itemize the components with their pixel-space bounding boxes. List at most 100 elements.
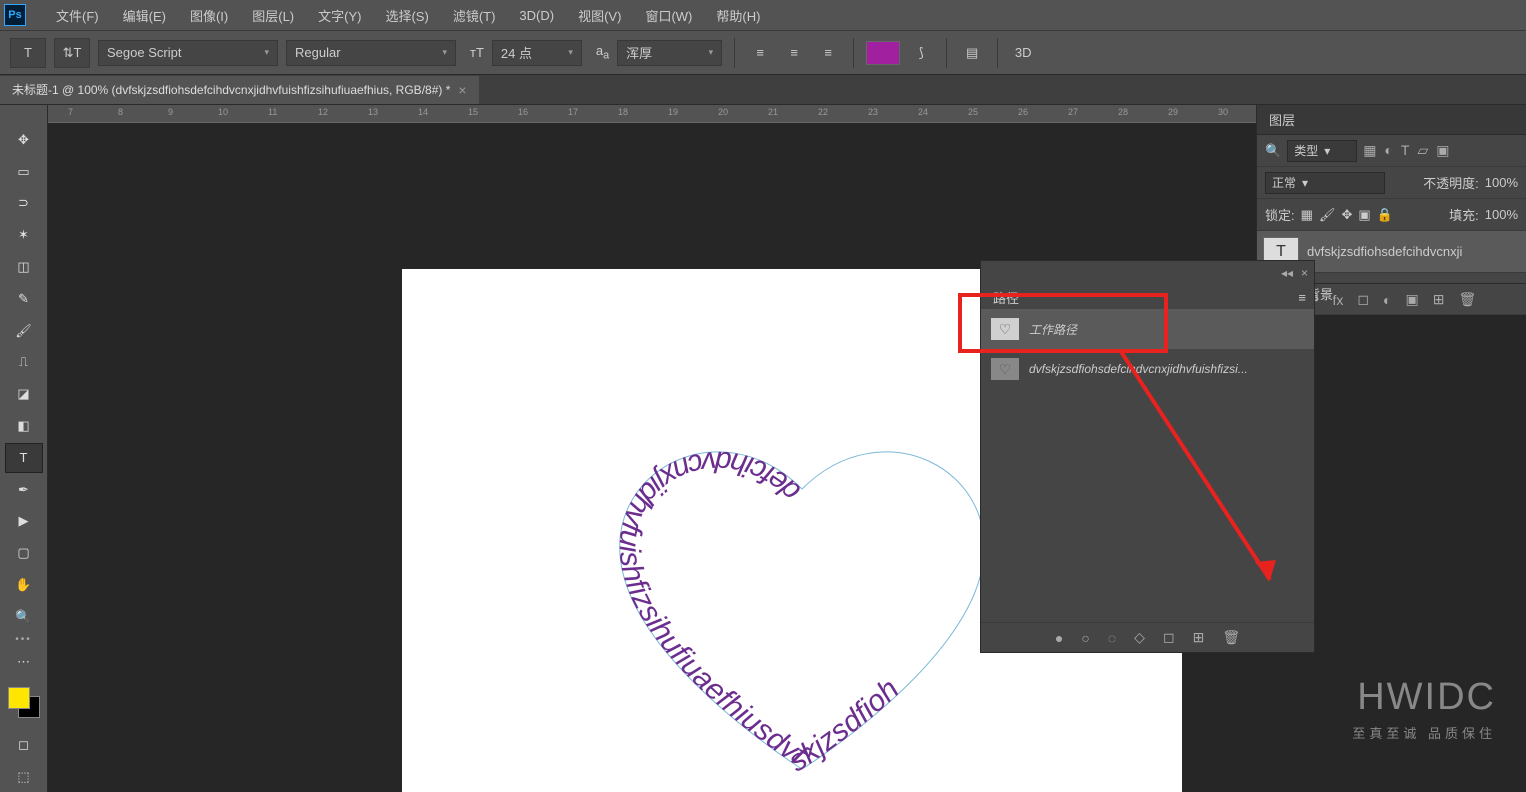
- marquee-tool-icon[interactable]: ▭: [5, 157, 43, 187]
- filter-adjust-icon[interactable]: ◐: [1384, 142, 1392, 159]
- menu-type[interactable]: 文字(Y): [306, 6, 373, 25]
- blend-mode-dropdown[interactable]: 正常▾: [1265, 172, 1385, 194]
- photoshop-logo-icon: Ps: [4, 4, 26, 26]
- menu-view[interactable]: 视图(V): [566, 6, 633, 25]
- menu-select[interactable]: 选择(S): [373, 6, 440, 25]
- menu-file[interactable]: 文件(F): [44, 6, 111, 25]
- selection-to-path-icon[interactable]: ◇: [1134, 629, 1145, 646]
- antialias-value: 浑厚: [626, 43, 652, 62]
- watermark-subtitle: 至真至诚 品质保住: [1352, 723, 1496, 742]
- layer-fx-icon[interactable]: fx: [1333, 292, 1344, 308]
- zoom-tool-icon[interactable]: 🔍: [5, 602, 43, 632]
- new-path-icon[interactable]: ⊞: [1193, 629, 1205, 646]
- layers-panel-tab[interactable]: 图层: [1257, 105, 1526, 135]
- add-mask-icon[interactable]: ◻: [1163, 629, 1175, 646]
- fill-value[interactable]: 100%: [1485, 207, 1518, 222]
- document-tab-bar: 未标题-1 @ 100% (dvfskjzsdfiohsdefcihdvcnxj…: [0, 75, 1526, 105]
- lock-artboard-icon[interactable]: ▣: [1358, 207, 1370, 223]
- menu-layer[interactable]: 图层(L): [240, 6, 306, 25]
- align-left-icon[interactable]: ≡: [747, 40, 773, 66]
- lock-trans-icon[interactable]: ▦: [1301, 207, 1313, 223]
- group-icon[interactable]: ▣: [1405, 291, 1418, 308]
- font-family-value: Segoe Script: [107, 45, 181, 60]
- document-tab-title: 未标题-1 @ 100% (dvfskjzsdfiohsdefcihdvcnxj…: [12, 81, 450, 98]
- eraser-tool-icon[interactable]: ◪: [5, 379, 43, 409]
- move-tool-icon[interactable]: ✥: [5, 125, 43, 155]
- stroke-path-icon[interactable]: ○: [1081, 630, 1089, 646]
- filter-shape-icon[interactable]: ▱: [1417, 142, 1428, 159]
- fill-path-icon[interactable]: ●: [1055, 630, 1063, 646]
- font-size-dropdown[interactable]: 24 点▾: [492, 40, 582, 66]
- align-right-icon[interactable]: ≡: [815, 40, 841, 66]
- character-panel-icon[interactable]: ▤: [959, 40, 985, 66]
- hand-tool-icon[interactable]: ✋: [5, 570, 43, 600]
- menu-window[interactable]: 窗口(W): [633, 6, 704, 25]
- screenmode-tool-icon[interactable]: ⬚: [5, 762, 43, 792]
- font-size-value: 24 点: [501, 43, 532, 62]
- shape-tool-icon[interactable]: ▢: [5, 538, 43, 568]
- lasso-tool-icon[interactable]: ⊃: [5, 189, 43, 219]
- menu-image[interactable]: 图像(I): [178, 6, 240, 25]
- font-weight-value: Regular: [295, 45, 341, 60]
- menu-filter[interactable]: 滤镜(T): [441, 6, 508, 25]
- eyedropper-tool-icon[interactable]: ✎: [5, 284, 43, 314]
- font-weight-dropdown[interactable]: Regular▾: [286, 40, 456, 66]
- path-to-selection-icon[interactable]: ◌: [1108, 630, 1116, 646]
- font-family-dropdown[interactable]: Segoe Script▾: [98, 40, 278, 66]
- options-bar: T ⇅T Segoe Script▾ Regular▾ тT 24 点▾ aa …: [0, 30, 1526, 75]
- menu-3d[interactable]: 3D(D): [507, 8, 566, 23]
- type-tool-preset-icon[interactable]: T: [10, 38, 46, 68]
- toolbox: ✥ ▭ ⊃ ✶ ◫ ✎ 🖌 ⎍ ◪ ◧ T ✒ ▶ ▢ ✋ 🔍 ••• ⋯ ◻ …: [0, 105, 48, 792]
- crop-tool-icon[interactable]: ◫: [5, 252, 43, 282]
- menu-edit[interactable]: 编辑(E): [111, 6, 178, 25]
- document-tab[interactable]: 未标题-1 @ 100% (dvfskjzsdfiohsdefcihdvcnxj…: [0, 76, 479, 104]
- watermark-title: HWIDC: [1352, 676, 1496, 719]
- text-orientation-icon[interactable]: ⇅T: [54, 38, 90, 68]
- lock-pos-icon[interactable]: ✥: [1341, 207, 1352, 223]
- opacity-value[interactable]: 100%: [1485, 175, 1518, 190]
- antialias-dropdown[interactable]: 浑厚▾: [617, 40, 722, 66]
- text-color-swatch[interactable]: [866, 41, 900, 65]
- delete-layer-icon[interactable]: 🗑: [1458, 291, 1476, 308]
- edit-toolbar-icon[interactable]: ⋯: [5, 647, 43, 677]
- paths-tab-label[interactable]: 路径: [993, 288, 1019, 307]
- type-tool-icon[interactable]: T: [5, 443, 43, 473]
- filter-pixel-icon[interactable]: ▦: [1363, 142, 1376, 159]
- lock-label: 锁定:: [1265, 205, 1295, 224]
- antialias-icon: aa: [596, 43, 609, 62]
- adjustment-layer-icon[interactable]: ◐: [1383, 292, 1391, 308]
- gradient-tool-icon[interactable]: ◧: [5, 411, 43, 441]
- delete-path-icon[interactable]: 🗑: [1222, 629, 1240, 646]
- path-select-tool-icon[interactable]: ▶: [5, 507, 43, 537]
- menu-bar: Ps 文件(F) 编辑(E) 图像(I) 图层(L) 文字(Y) 选择(S) 滤…: [0, 0, 1526, 30]
- quickmask-tool-icon[interactable]: ◻: [5, 730, 43, 760]
- path-name: dvfskjzsdfiohsdefcihdvcnxjidhvfuishfizsi…: [1029, 362, 1248, 376]
- close-panel-icon[interactable]: ×: [1301, 266, 1308, 280]
- path-item-text[interactable]: ♡ dvfskjzsdfiohsdefcihdvcnxjidhvfuishfiz…: [981, 349, 1314, 389]
- path-item-work[interactable]: ♡ 工作路径: [981, 309, 1314, 349]
- layer-filter-dropdown[interactable]: 类型▾: [1287, 140, 1357, 162]
- warp-text-icon[interactable]: ⟆: [908, 40, 934, 66]
- panel-menu-icon[interactable]: ≡: [1298, 290, 1306, 305]
- filter-type-icon[interactable]: T: [1401, 142, 1410, 159]
- lock-all-icon[interactable]: 🔒: [1377, 207, 1393, 223]
- 3d-icon[interactable]: 3D: [1010, 40, 1036, 66]
- align-center-icon[interactable]: ≡: [781, 40, 807, 66]
- layer-mask-icon[interactable]: ◻: [1357, 291, 1369, 308]
- foreground-color-swatch[interactable]: [8, 687, 30, 709]
- new-layer-icon[interactable]: ⊞: [1433, 291, 1445, 308]
- font-size-icon: тT: [470, 45, 484, 60]
- stamp-tool-icon[interactable]: ⎍: [5, 348, 43, 378]
- opacity-label: 不透明度:: [1423, 173, 1479, 192]
- lock-paint-icon[interactable]: 🖌: [1319, 207, 1336, 223]
- menu-help[interactable]: 帮助(H): [704, 6, 772, 25]
- layer-name: dvfskjzsdfiohsdefcihdvcnxji: [1307, 244, 1462, 259]
- paths-panel-footer: ● ○ ◌ ◇ ◻ ⊞ 🗑: [981, 622, 1314, 652]
- collapse-icon[interactable]: ◂◂: [1281, 266, 1293, 280]
- color-picker[interactable]: [8, 687, 40, 719]
- close-tab-icon[interactable]: ×: [458, 82, 466, 98]
- filter-smart-icon[interactable]: ▣: [1436, 142, 1449, 159]
- pen-tool-icon[interactable]: ✒: [5, 475, 43, 505]
- brush-tool-icon[interactable]: 🖌: [5, 316, 43, 346]
- magic-wand-tool-icon[interactable]: ✶: [5, 220, 43, 250]
